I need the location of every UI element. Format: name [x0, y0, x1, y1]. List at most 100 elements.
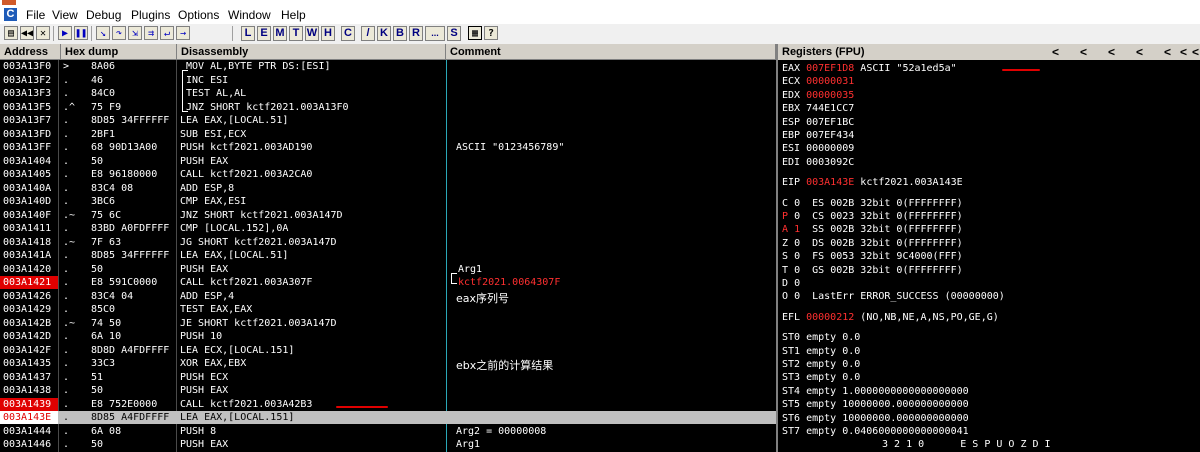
table-row[interactable]: 003A1405. E8 96180000 CALL kctf2021.003A2C… [0, 168, 776, 181]
table-row[interactable]: 003A1420. 50 PUSH EAX Arg1 [0, 263, 776, 276]
row-address[interactable]: 003A1446 [0, 438, 58, 451]
cpu-window-icon[interactable]: C [4, 8, 17, 21]
row-address[interactable]: 003A1426 [0, 290, 58, 303]
table-row[interactable]: 003A13FD. 2BF1 SUB ESI,ECX [0, 128, 776, 141]
row-address[interactable]: 003A1418 [0, 236, 58, 249]
flag-row[interactable]: Z 0 DS 002B 32bit 0(FFFFFFFF) [782, 237, 963, 250]
row-address[interactable]: 003A142F [0, 344, 58, 357]
column-header-hex-dump[interactable]: Hex dump [61, 44, 177, 60]
row-address[interactable]: 003A1420 [0, 263, 58, 276]
open-icon[interactable]: ▤ [4, 26, 18, 40]
table-row[interactable]: 003A1444. 6A 08 PUSH 8 Arg2 = 00000008 [0, 425, 776, 438]
memory-map-button[interactable]: M [273, 26, 287, 41]
handles-button[interactable]: H [321, 26, 335, 41]
column-header-disassembly[interactable]: Disassembly [177, 44, 446, 60]
table-row[interactable]: 003A13FF. 68 90D13A00 PUSH kctf2021.003AD1… [0, 141, 776, 154]
trace-into-icon[interactable]: ⇲ [128, 26, 142, 40]
flag-row[interactable]: D 0 [782, 277, 812, 290]
fpu-row[interactable]: ST5 empty 10000000.000000000000 [782, 398, 969, 411]
fpu-row[interactable]: ST7 empty 0.0406000000000000041 [782, 425, 969, 438]
row-address[interactable]: 003A13FF [0, 141, 58, 154]
table-row[interactable]: 003A1435. 33C3 XOR EAX,EBX ebx之前的计算结果 [0, 357, 776, 372]
scroll-left-icon[interactable]: < [1052, 44, 1059, 60]
register-row[interactable]: ESP 007EF1BC [782, 116, 860, 129]
log-window-button[interactable]: L [241, 26, 255, 41]
references-button[interactable]: R [409, 26, 423, 41]
scroll-left-icon[interactable]: < [1164, 44, 1171, 60]
scroll-left-icon[interactable]: < [1192, 44, 1199, 60]
table-row[interactable]: 003A13F5 .^ 75 F9 JNZ SHORT kctf2021.003A13… [0, 101, 776, 114]
table-row[interactable]: 003A13F2. 46 INC ESI [0, 74, 776, 87]
eip-row[interactable]: EIP 003A143E kctf2021.003A143E [782, 176, 963, 189]
flag-row[interactable]: C 0 ES 002B 32bit 0(FFFFFFFF) [782, 197, 963, 210]
flag-row[interactable]: A 1 SS 002B 32bit 0(FFFFFFFF) [782, 223, 963, 236]
pause-icon[interactable]: ❚❚ [74, 26, 88, 40]
table-row[interactable]: 003A140F .~ 75 6C JNZ SHORT kctf2021.003A14… [0, 209, 776, 222]
scroll-left-icon[interactable]: < [1080, 44, 1087, 60]
table-row[interactable]: 003A13F3. 84C0 TEST AL,AL [0, 87, 776, 100]
row-address[interactable]: 003A1421 [0, 276, 58, 289]
menu-view[interactable]: View [52, 8, 78, 22]
row-address[interactable]: 003A140F [0, 209, 58, 222]
row-address[interactable]: 003A141A [0, 249, 58, 262]
row-address[interactable]: 003A1405 [0, 168, 58, 181]
menu-plugins[interactable]: Plugins [131, 8, 170, 22]
row-address[interactable]: 003A140A [0, 182, 58, 195]
row-address[interactable]: 003A1439 [0, 397, 58, 411]
menu-debug[interactable]: Debug [86, 8, 121, 22]
table-row[interactable]: 003A142F. 8D8D A4FDFFFF LEA ECX,[LOCAL.151… [0, 344, 776, 357]
table-row[interactable]: 003A13F7. 8D85 34FFFFFF LEA EAX,[LOCAL.51] [0, 114, 776, 127]
source-button[interactable]: S [447, 26, 461, 41]
row-address[interactable]: 003A1411 [0, 222, 58, 235]
menu-window[interactable]: Window [228, 8, 271, 22]
flag-row[interactable]: P 0 CS 0023 32bit 0(FFFFFFFF) [782, 210, 963, 223]
flag-row[interactable]: T 0 GS 002B 32bit 0(FFFFFFFF) [782, 264, 963, 277]
table-row[interactable]: 003A1437. 51 PUSH ECX [0, 371, 776, 384]
menu-file[interactable]: File [26, 8, 45, 22]
registers-header[interactable]: Registers (FPU) < < < < < < < [778, 44, 1200, 60]
row-address[interactable]: 003A143E [0, 411, 58, 424]
register-row[interactable]: EAX 007EF1D8 ASCII "52a1ed5a" [782, 62, 957, 75]
close-icon[interactable]: ✕ [36, 26, 50, 40]
table-row[interactable]: 003A143E. 8D85 A4FDFFFF LEA EAX,[LOCAL.151… [0, 411, 776, 424]
table-row[interactable]: 003A1429. 85C0 TEST EAX,EAX [0, 303, 776, 316]
row-address[interactable]: 003A142B [0, 317, 58, 330]
scroll-left-icon[interactable]: < [1108, 44, 1115, 60]
table-row[interactable]: 003A1438. 50 PUSH EAX [0, 384, 776, 397]
fpu-row[interactable]: ST1 empty 0.0 [782, 345, 860, 358]
flag-row[interactable]: O 0 LastErr ERROR_SUCCESS (00000000) [782, 290, 1005, 303]
table-row[interactable]: 003A1446. 50 PUSH EAX Arg1 [0, 438, 776, 451]
breakpoints-button[interactable]: B [393, 26, 407, 41]
windows-button[interactable]: W [305, 26, 319, 41]
scroll-left-icon[interactable]: < [1136, 44, 1143, 60]
fpu-row[interactable]: ST6 empty 10000000.000000000000 [782, 412, 969, 425]
row-address[interactable]: 003A140D [0, 195, 58, 208]
register-row[interactable]: ECX 00000031 [782, 75, 860, 88]
table-row[interactable]: 003A1411. 83BD A0FDFFFF CMP [LOCAL.152],0A [0, 222, 776, 235]
scroll-left-icon[interactable]: < [1180, 44, 1187, 60]
table-row[interactable]: 003A1439. E8 752E0000 CALL kctf2021.003A42… [0, 397, 776, 411]
step-into-icon[interactable]: ↘ [96, 26, 110, 40]
fpu-row[interactable]: ST0 empty 0.0 [782, 331, 860, 344]
row-address[interactable]: 003A13F7 [0, 114, 58, 127]
column-header-comment[interactable]: Comment [446, 44, 776, 60]
row-address[interactable]: 003A142D [0, 330, 58, 343]
table-row[interactable]: 003A140D. 3BC6 CMP EAX,ESI [0, 195, 776, 208]
registers-pane[interactable]: Registers (FPU) < < < < < < < EAX 007EF1… [778, 44, 1200, 452]
row-address[interactable]: 003A13F2 [0, 74, 58, 87]
flag-row[interactable]: S 0 FS 0053 32bit 9C4000(FFF) [782, 250, 963, 263]
fpu-row[interactable]: ST3 empty 0.0 [782, 371, 860, 384]
row-address[interactable]: 003A1429 [0, 303, 58, 316]
step-over-icon[interactable]: ↷ [112, 26, 126, 40]
menu-options[interactable]: Options [178, 8, 219, 22]
fpu-row[interactable]: ST2 empty 0.0 [782, 358, 860, 371]
row-address[interactable]: 003A1435 [0, 357, 58, 370]
table-row[interactable]: 003A1404. 50 PUSH EAX [0, 155, 776, 168]
row-address[interactable]: 003A1444 [0, 425, 58, 438]
column-header-address[interactable]: Address [0, 44, 61, 60]
patches-button[interactable]: / [361, 26, 375, 41]
register-row[interactable]: EBX 744E1CC7 [782, 102, 860, 115]
row-address[interactable]: 003A1438 [0, 384, 58, 397]
table-row[interactable]: 003A13F0 >8A06 MOV AL,BYTE PTR DS:[ESI] [0, 60, 776, 73]
help-icon[interactable]: ? [484, 26, 498, 40]
